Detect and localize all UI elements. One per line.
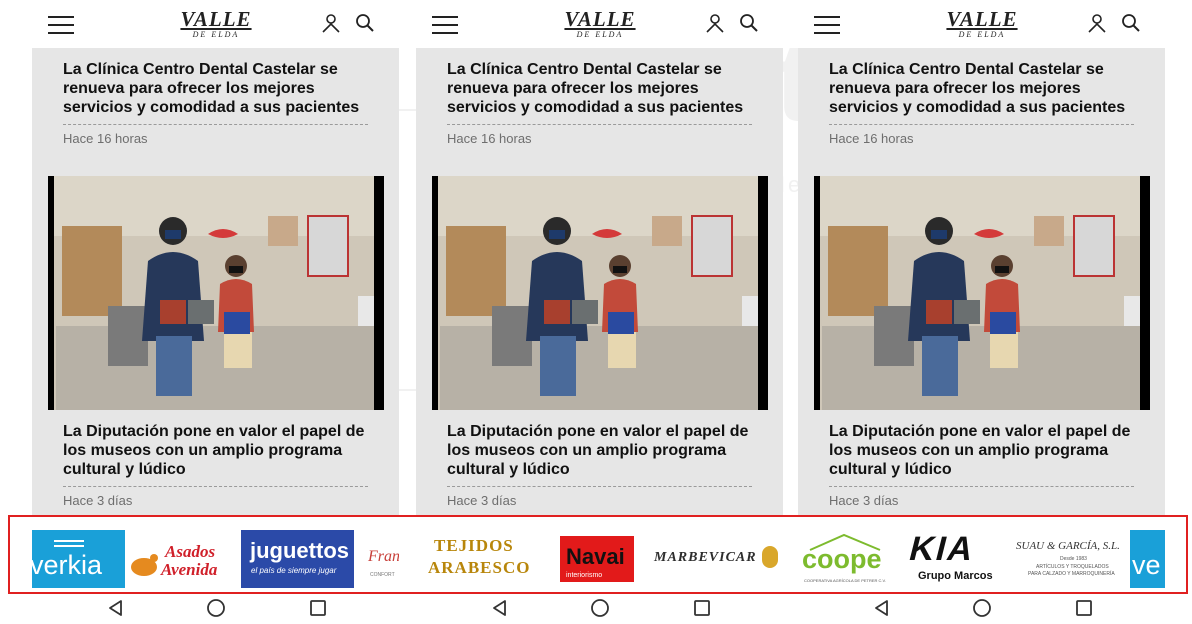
search-icon[interactable] — [738, 12, 760, 34]
search-icon[interactable] — [354, 12, 376, 34]
home-circle-icon[interactable] — [972, 598, 992, 618]
article-title-2[interactable]: La Diputación pone en valor el papel de … — [416, 422, 783, 479]
article-time-1: Hace 16 horas — [447, 131, 532, 146]
ad-banner-highlight-box — [8, 515, 1188, 594]
article-photo[interactable] — [814, 176, 1150, 410]
recents-square-icon[interactable] — [692, 598, 712, 618]
hamburger-menu-icon[interactable] — [814, 16, 840, 34]
article-title-2[interactable]: La Diputación pone en valor el papel de … — [798, 422, 1165, 479]
article-time-1: Hace 16 horas — [829, 131, 914, 146]
search-icon[interactable] — [1120, 12, 1142, 34]
article-time-2: Hace 3 días — [63, 493, 133, 508]
site-logo[interactable]: VALLE DE ELDA — [944, 8, 1020, 42]
article-time-2: Hace 3 días — [447, 493, 517, 508]
divider — [447, 124, 752, 125]
app-header: VALLE DE ELDA — [416, 0, 783, 48]
recents-square-icon[interactable] — [308, 598, 328, 618]
user-icon[interactable] — [320, 12, 342, 34]
android-nav-bar — [32, 594, 399, 624]
home-circle-icon[interactable] — [206, 598, 226, 618]
back-triangle-icon[interactable] — [490, 598, 510, 618]
recents-square-icon[interactable] — [1074, 598, 1094, 618]
article-title-1[interactable]: La Clínica Centro Dental Castelar se ren… — [416, 60, 783, 117]
logo-main-text: VALLE — [180, 7, 252, 31]
article-photo[interactable] — [48, 176, 384, 410]
article-photo[interactable] — [432, 176, 768, 410]
android-nav-bar — [416, 594, 783, 624]
site-logo[interactable]: VALLE DE ELDA — [178, 8, 254, 42]
article-title-1[interactable]: La Clínica Centro Dental Castelar se ren… — [32, 60, 399, 117]
divider — [63, 124, 368, 125]
logo-main-text: VALLE — [946, 7, 1018, 31]
user-icon[interactable] — [704, 12, 726, 34]
news-feed[interactable]: La Clínica Centro Dental Castelar se ren… — [798, 48, 1165, 516]
divider — [447, 486, 752, 487]
logo-main-text: VALLE — [564, 7, 636, 31]
divider — [829, 486, 1134, 487]
android-nav-bar — [798, 594, 1165, 624]
article-title-1[interactable]: La Clínica Centro Dental Castelar se ren… — [798, 60, 1165, 117]
hamburger-menu-icon[interactable] — [432, 16, 458, 34]
screenshot-stage: Biblioteca UNIVERSITAS Miguel Hernández … — [0, 0, 1192, 624]
logo-sub-text: DE ELDA — [576, 30, 624, 39]
site-logo[interactable]: VALLE DE ELDA — [562, 8, 638, 42]
divider — [63, 486, 368, 487]
logo-sub-text: DE ELDA — [958, 30, 1006, 39]
hamburger-menu-icon[interactable] — [48, 16, 74, 34]
user-icon[interactable] — [1086, 12, 1108, 34]
app-header: VALLE DE ELDA — [32, 0, 399, 48]
article-time-2: Hace 3 días — [829, 493, 899, 508]
article-time-1: Hace 16 horas — [63, 131, 148, 146]
article-title-2[interactable]: La Diputación pone en valor el papel de … — [32, 422, 399, 479]
logo-sub-text: DE ELDA — [192, 30, 240, 39]
divider — [829, 124, 1134, 125]
back-triangle-icon[interactable] — [872, 598, 892, 618]
home-circle-icon[interactable] — [590, 598, 610, 618]
app-header: VALLE DE ELDA — [798, 0, 1165, 48]
news-feed[interactable]: La Clínica Centro Dental Castelar se ren… — [416, 48, 783, 516]
news-feed[interactable]: La Clínica Centro Dental Castelar se ren… — [32, 48, 399, 516]
back-triangle-icon[interactable] — [106, 598, 126, 618]
